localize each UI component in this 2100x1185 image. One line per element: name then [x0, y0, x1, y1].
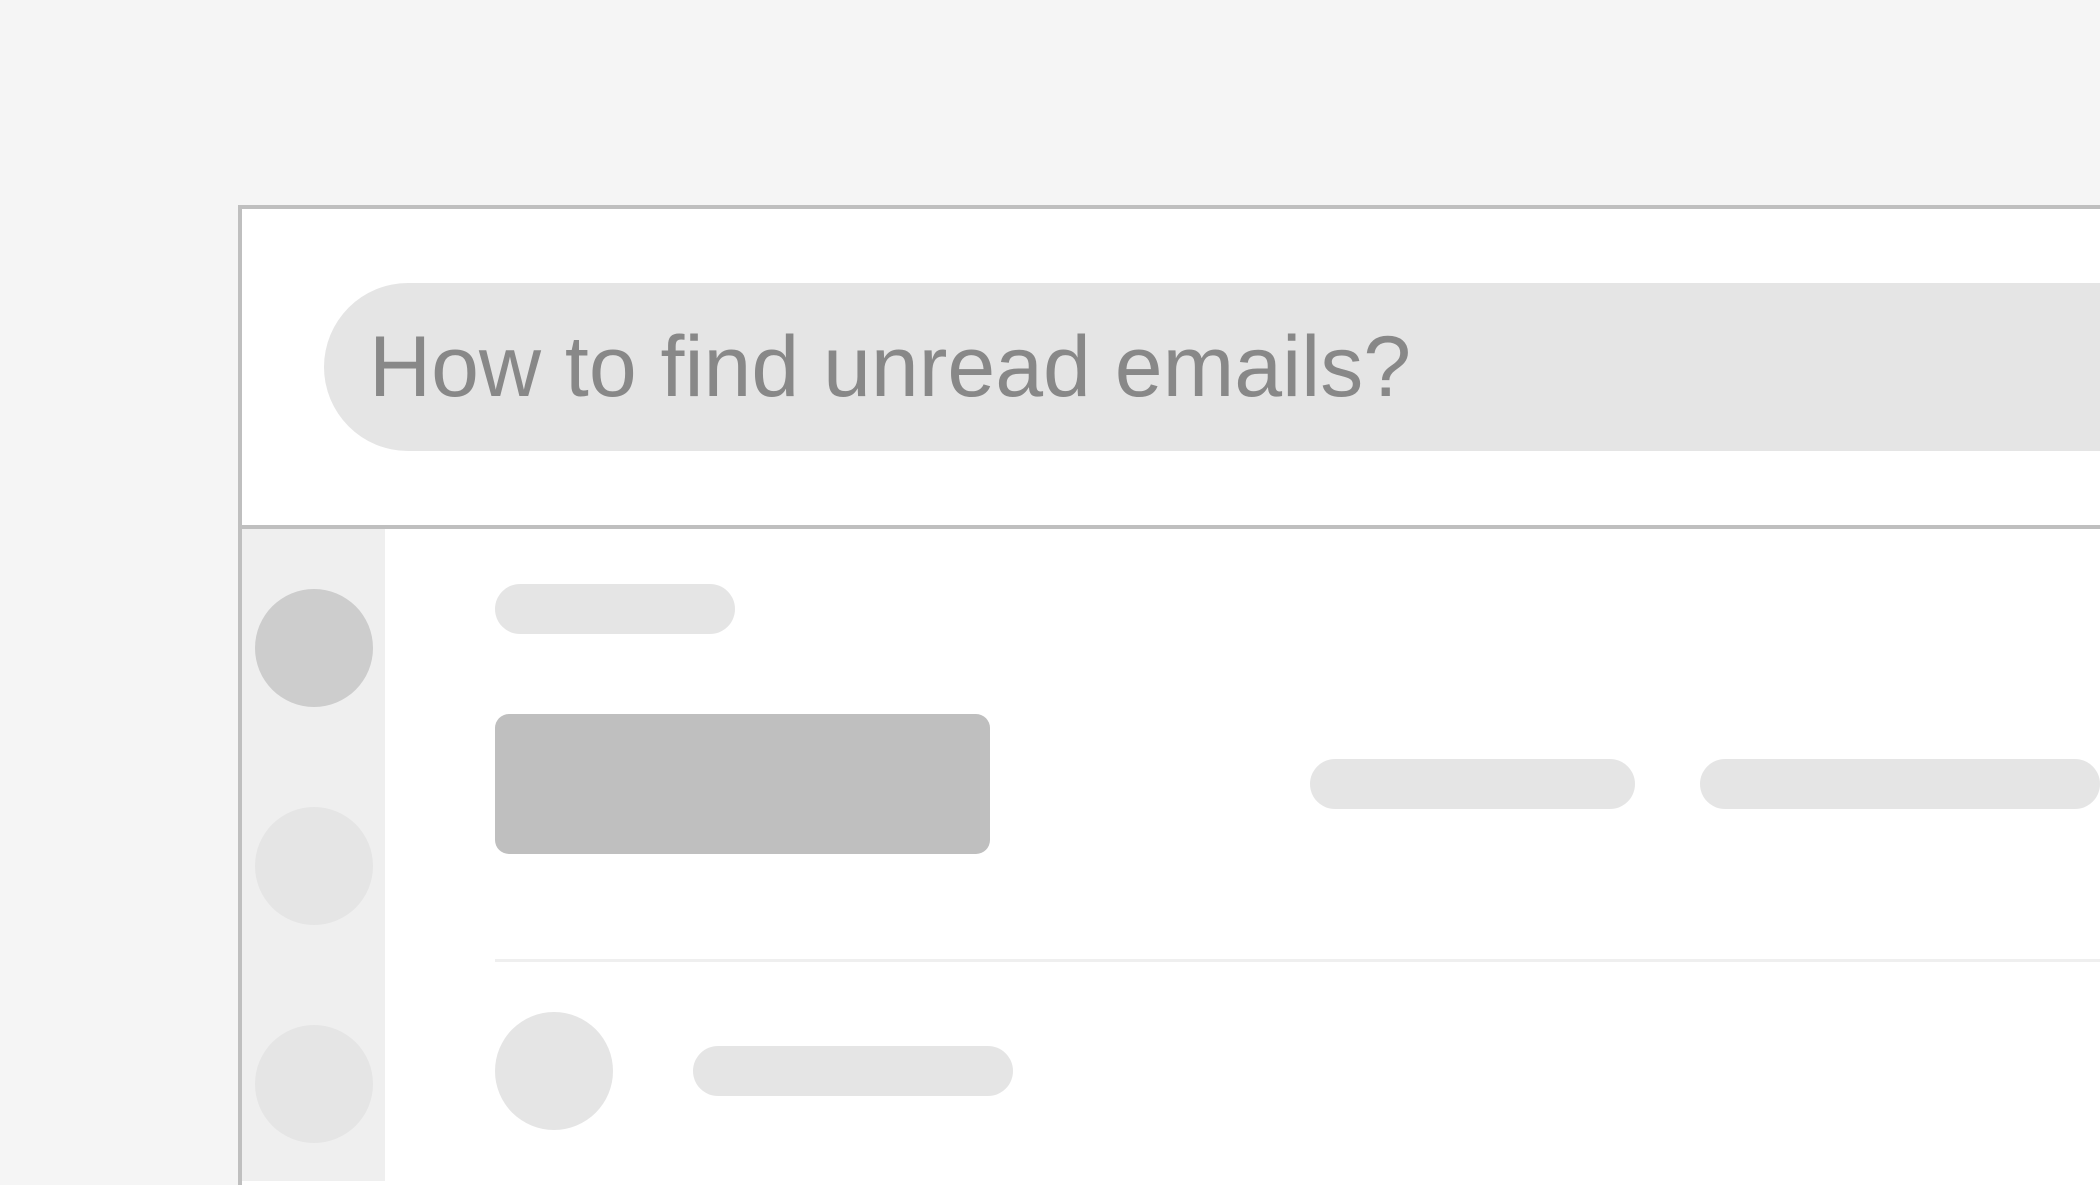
main-content	[385, 529, 2100, 1181]
toolbar-row	[495, 714, 2100, 854]
app-window	[238, 205, 2100, 1185]
filter-group	[1310, 759, 2100, 809]
sidebar-nav-icon-1[interactable]	[255, 589, 373, 707]
filter-chip-1[interactable]	[1310, 759, 1635, 809]
avatar-icon	[495, 1012, 613, 1130]
header	[242, 209, 2100, 529]
search-input[interactable]	[324, 283, 2100, 451]
filter-chip-2[interactable]	[1700, 759, 2100, 809]
body-area	[242, 529, 2100, 1181]
primary-action-button[interactable]	[495, 714, 990, 854]
list-item[interactable]	[495, 1012, 2100, 1130]
divider	[495, 959, 2100, 962]
sidebar	[242, 529, 385, 1181]
list-item-text-placeholder	[693, 1046, 1013, 1096]
sidebar-nav-icon-2[interactable]	[255, 807, 373, 925]
sidebar-nav-icon-3[interactable]	[255, 1025, 373, 1143]
section-label-placeholder	[495, 584, 735, 634]
